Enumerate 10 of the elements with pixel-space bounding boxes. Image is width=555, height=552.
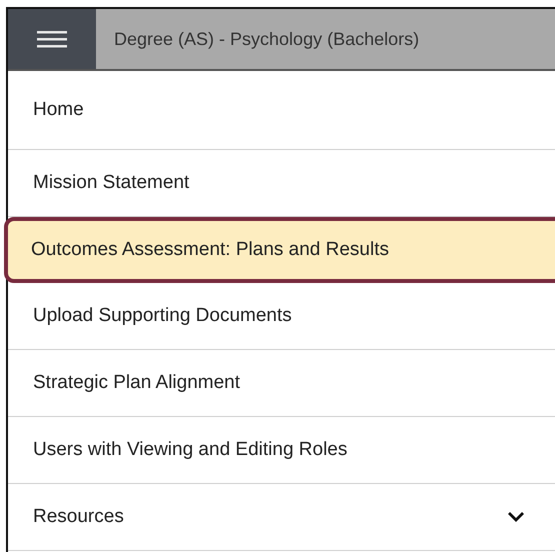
- nav-item[interactable]: Outcomes Assessment: Plans and Results: [4, 217, 555, 283]
- chevron-down-icon: [507, 511, 525, 523]
- nav-item[interactable]: Resources: [8, 484, 555, 551]
- nav-item[interactable]: Home: [8, 71, 555, 150]
- nav-item[interactable]: Strategic Plan Alignment: [8, 350, 555, 417]
- nav-item[interactable]: Upload Supporting Documents: [8, 283, 555, 350]
- page-title: Degree (AS) - Psychology (Bachelors): [114, 28, 420, 50]
- nav-item[interactable]: Users with Viewing and Editing Roles: [8, 417, 555, 484]
- menu-button[interactable]: [8, 9, 96, 69]
- menu-icon: [37, 29, 67, 49]
